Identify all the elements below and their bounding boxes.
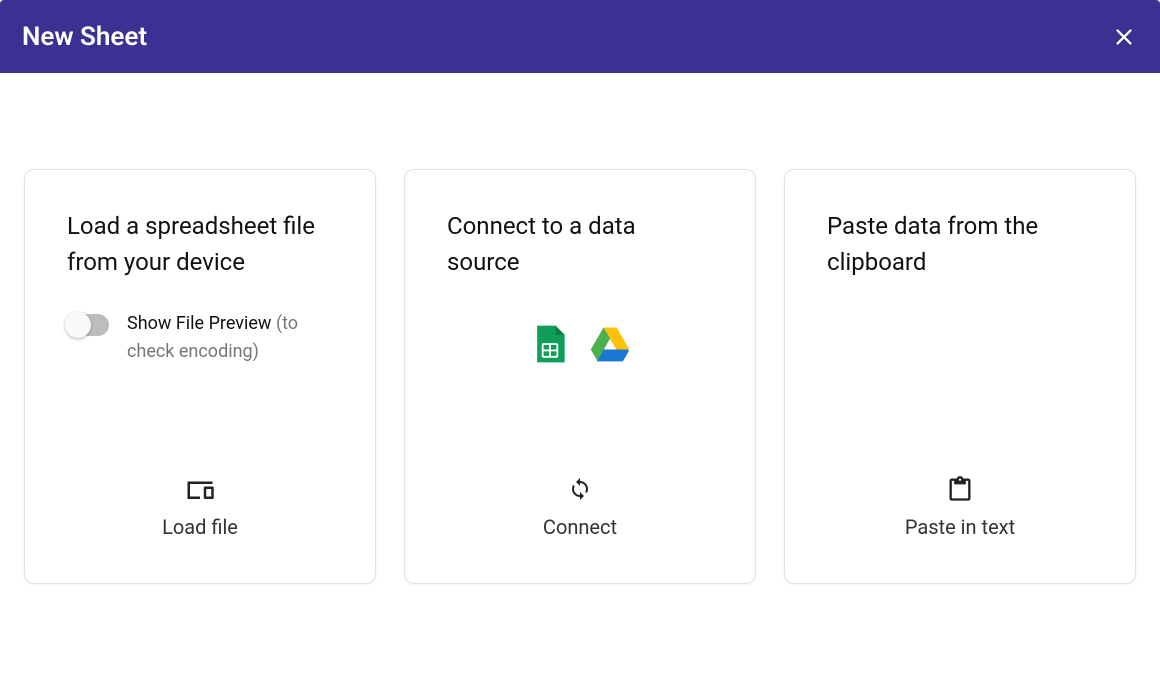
card-title: Load a spreadsheet file from your device bbox=[67, 208, 333, 280]
devices-icon bbox=[184, 473, 216, 505]
close-button[interactable] bbox=[1110, 23, 1138, 51]
file-preview-toggle-row: Show File Preview (to check encoding) bbox=[67, 310, 333, 366]
toggle-label-text: Show File Preview bbox=[127, 313, 271, 334]
card-paste-data: Paste data from the clipboard Paste in t… bbox=[784, 169, 1136, 584]
card-connect-source: Connect to a data source bbox=[404, 169, 756, 584]
toggle-knob bbox=[65, 312, 91, 338]
google-drive-icon bbox=[588, 322, 632, 366]
card-title: Paste data from the clipboard bbox=[827, 208, 1093, 280]
paste-label: Paste in text bbox=[905, 515, 1015, 539]
file-preview-toggle-label: Show File Preview (to check encoding) bbox=[127, 310, 333, 366]
paste-action[interactable]: Paste in text bbox=[827, 473, 1093, 539]
data-source-icons bbox=[447, 322, 713, 366]
card-title: Connect to a data source bbox=[447, 208, 713, 280]
load-file-action[interactable]: Load file bbox=[67, 473, 333, 539]
close-icon bbox=[1113, 26, 1135, 48]
file-preview-toggle[interactable] bbox=[67, 314, 109, 336]
modal-title: New Sheet bbox=[22, 22, 147, 52]
card-load-file: Load a spreadsheet file from your device… bbox=[24, 169, 376, 584]
options-container: Load a spreadsheet file from your device… bbox=[0, 73, 1160, 624]
google-sheets-icon bbox=[528, 322, 572, 366]
connect-action[interactable]: Connect bbox=[447, 473, 713, 539]
sync-icon bbox=[564, 473, 596, 505]
clipboard-icon bbox=[944, 473, 976, 505]
modal-header: New Sheet bbox=[0, 0, 1160, 73]
connect-label: Connect bbox=[543, 515, 617, 539]
load-file-label: Load file bbox=[162, 515, 238, 539]
